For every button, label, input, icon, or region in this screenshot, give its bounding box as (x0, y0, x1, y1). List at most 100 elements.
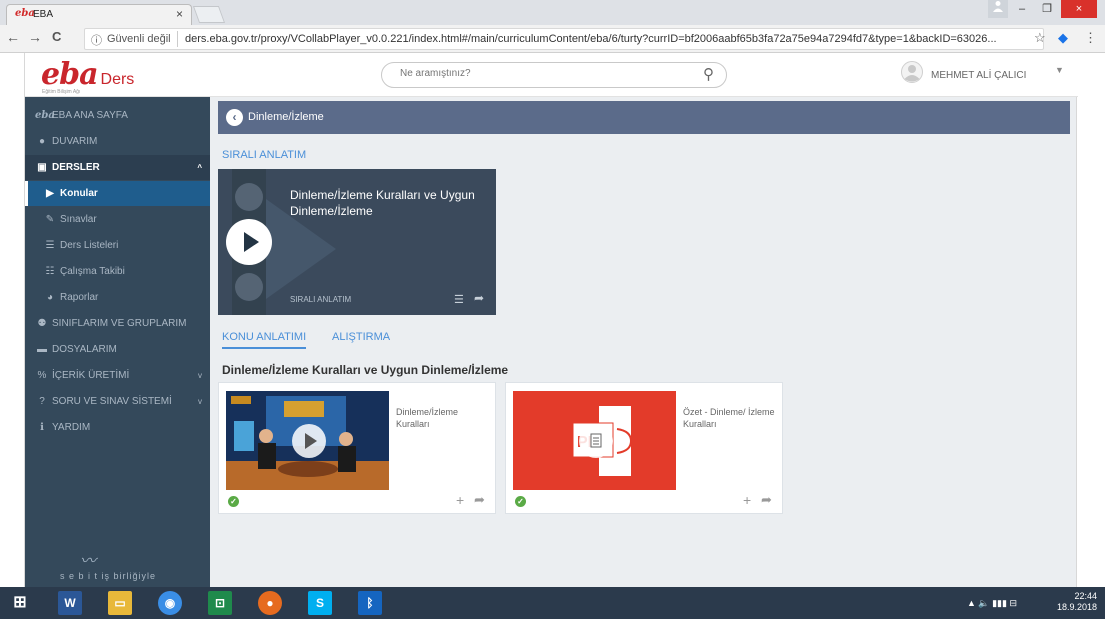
play-button[interactable] (292, 424, 326, 458)
clock-date[interactable]: 18.9.2018 (1037, 602, 1097, 612)
forward-arrow-icon[interactable]: → (28, 29, 42, 45)
skype-icon[interactable]: S (308, 591, 332, 615)
sidebar-item-label: Sınavlar (60, 214, 97, 225)
series-subtitle: SIRALI ANLATIM (290, 295, 352, 304)
sidebar-item-icerik-uretimi[interactable]: % İÇERİK ÜRETİMİ v (25, 363, 210, 388)
sidebar-item-label: İÇERİK ÜRETİMİ (52, 370, 130, 381)
search-input[interactable] (400, 68, 680, 79)
chevron-down-icon: v (198, 397, 202, 406)
percent-icon: % (37, 370, 47, 381)
play-circle-icon: ▶ (46, 188, 54, 199)
tab-alistirma[interactable]: ALIŞTIRMA (332, 331, 390, 347)
minimize-button[interactable]: – (1011, 0, 1033, 18)
sidebar-item-label: EBA ANA SAYFA (52, 110, 128, 121)
play-button[interactable] (226, 219, 272, 265)
search-box[interactable]: ⚲ (381, 62, 727, 88)
sidebar-item-sinavlar[interactable]: ✎ Sınavlar (25, 207, 210, 232)
bluetooth-icon[interactable]: ᛒ (358, 591, 382, 615)
extension-icon[interactable]: ◆ (1058, 30, 1068, 46)
sidebar-item-eba-home[interactable]: ebaEBA ANA SAYFA (25, 103, 210, 128)
chevron-down-icon: v (198, 371, 202, 380)
sidebar-item-raporlar[interactable]: ◕ Raporlar (25, 285, 210, 310)
sidebar-item-label: SORU VE SINAV SİSTEMİ (52, 396, 172, 407)
video-thumbnail[interactable] (226, 391, 389, 490)
section-label: SIRALI ANLATIM (222, 149, 307, 161)
pdf-thumbnail[interactable]: PD (513, 391, 676, 490)
sidebar-item-calisma-takibi[interactable]: ☷ Çalışma Takibi (25, 259, 210, 284)
url-text[interactable]: ders.eba.gov.tr/proxy/VCollabPlayer_v0.0… (185, 33, 1025, 45)
series-card[interactable]: Dinleme/İzleme Kuralları ve Uygun Dinlem… (218, 169, 496, 315)
info-icon: ℹ (40, 422, 44, 433)
plus-icon[interactable]: + (743, 492, 751, 508)
info-circle-icon[interactable]: ⓘ (91, 32, 102, 48)
share-icon[interactable]: ➦ (474, 492, 485, 508)
list-icon[interactable]: ☰ (454, 293, 464, 306)
file-explorer-icon[interactable]: ▭ (108, 591, 132, 615)
card-title[interactable]: Dinleme/İzleme Kuralları (396, 406, 491, 430)
sidebar-item-label: DUVARIM (52, 136, 98, 147)
content-card[interactable]: PD Özet - Dinleme/ İzleme Kuralları ✓ + … (505, 382, 783, 514)
series-title[interactable]: Dinleme/İzleme Kuralları ve Uygun Dinlem… (290, 187, 490, 219)
address-bar[interactable]: ⓘ Güvenli değil ders.eba.gov.tr/proxy/VC… (84, 28, 1044, 50)
clock-time[interactable]: 22:44 (1037, 591, 1097, 601)
user-icon: ● (38, 136, 46, 147)
content-card[interactable]: Dinleme/İzleme Kuralları ✓ + ➦ (218, 382, 496, 514)
chrome-icon[interactable]: ◉ (158, 591, 182, 615)
restore-button[interactable]: ❐ (1036, 0, 1058, 18)
user-name[interactable]: MEHMET ALİ ÇALICI (931, 70, 1026, 81)
tab-close-icon[interactable]: × (176, 7, 183, 21)
sidebar-item-label: YARDIM (52, 422, 91, 433)
sidebar: ebaEBA ANA SAYFA ● DUVARIM ▣ DERSLER ^ ▶ Ko… (25, 97, 210, 587)
sebit-partner-logo: 〰 s e b i t iş birliğiyle (60, 547, 190, 587)
site-header: ebaDers Eğitim Bilişim Ağı ⚲ MEHMET ALİ … (25, 53, 1078, 97)
sidebar-item-label: Konular (60, 188, 98, 199)
search-icon[interactable]: ⚲ (703, 65, 714, 83)
browser-tab[interactable]: eba EBA × (6, 4, 192, 25)
windows-start-icon[interactable]: ⊞ (8, 591, 32, 615)
store-icon[interactable]: ⊡ (208, 591, 232, 615)
sidebar-item-label: Çalışma Takibi (60, 266, 125, 277)
tab-title: EBA (33, 9, 54, 20)
document-button[interactable] (579, 424, 613, 458)
url-divider (177, 31, 178, 47)
firefox-icon[interactable]: ● (258, 591, 282, 615)
profile-icon[interactable] (988, 0, 1008, 18)
sidebar-item-ders-listeleri[interactable]: ☰ Ders Listeleri (25, 233, 210, 258)
card-title[interactable]: Özet - Dinleme/ İzleme Kuralları (683, 406, 778, 430)
security-label[interactable]: Güvenli değil (107, 33, 171, 45)
chevron-up-icon: ^ (197, 163, 202, 172)
partner-text: s e b i t iş birliğiyle (60, 571, 157, 581)
chevron-down-icon[interactable]: ▼ (1055, 65, 1064, 75)
share-icon[interactable]: ➦ (474, 291, 484, 305)
word-icon[interactable]: W (58, 591, 82, 615)
avatar[interactable] (901, 61, 923, 83)
bookmark-star-icon[interactable]: ☆ (1034, 30, 1046, 46)
share-icon[interactable]: ➦ (761, 492, 772, 508)
sidebar-item-label: DOSYALARIM (52, 344, 117, 355)
chalkboard-icon: ▣ (37, 162, 47, 173)
sidebar-item-soru-sinav[interactable]: ? SORU VE SINAV SİSTEMİ v (25, 389, 210, 414)
sidebar-item-dersler[interactable]: ▣ DERSLER ^ (25, 155, 210, 180)
tray-icons[interactable]: ▲ 🔈 ▮▮▮ ⊟ (967, 598, 1017, 609)
new-tab-button[interactable] (192, 6, 226, 23)
back-circle-icon[interactable]: ‹ (226, 109, 243, 126)
back-arrow-icon[interactable]: ← (6, 29, 20, 45)
sidebar-item-siniflarim[interactable]: ⚉ SINIFLARIM VE GRUPLARIM (25, 311, 210, 336)
close-button[interactable]: × (1061, 0, 1097, 18)
sidebar-item-duvarim[interactable]: ● DUVARIM (25, 129, 210, 154)
browser-menu-icon[interactable]: ⋮ (1084, 30, 1097, 46)
tab-konu-anlatimi[interactable]: KONU ANLATIMI (222, 331, 307, 349)
sidebar-item-konular[interactable]: ▶ Konular (25, 181, 210, 206)
question-icon: ? (39, 396, 45, 407)
sebit-mark-icon: 〰 (80, 553, 97, 570)
plus-icon[interactable]: + (456, 492, 464, 508)
sidebar-item-dosyalarim[interactable]: ▬ DOSYALARIM (25, 337, 210, 362)
taskbar: ⊞ W ▭ ◉ ⊡ ● S ᛒ ▲ 🔈 ▮▮▮ ⊟ 22:44 18.9.201… (0, 587, 1105, 619)
sidebar-item-yardim[interactable]: ℹ YARDIM (25, 415, 210, 440)
eba-favicon-icon: eba (15, 8, 35, 19)
logo-ders-text: Ders (100, 71, 135, 88)
eba-logo[interactable]: eba Ders (41, 57, 134, 92)
reload-icon[interactable]: C (52, 29, 61, 44)
sidebar-item-label: DERSLER (52, 162, 100, 173)
play-icon (244, 232, 259, 252)
